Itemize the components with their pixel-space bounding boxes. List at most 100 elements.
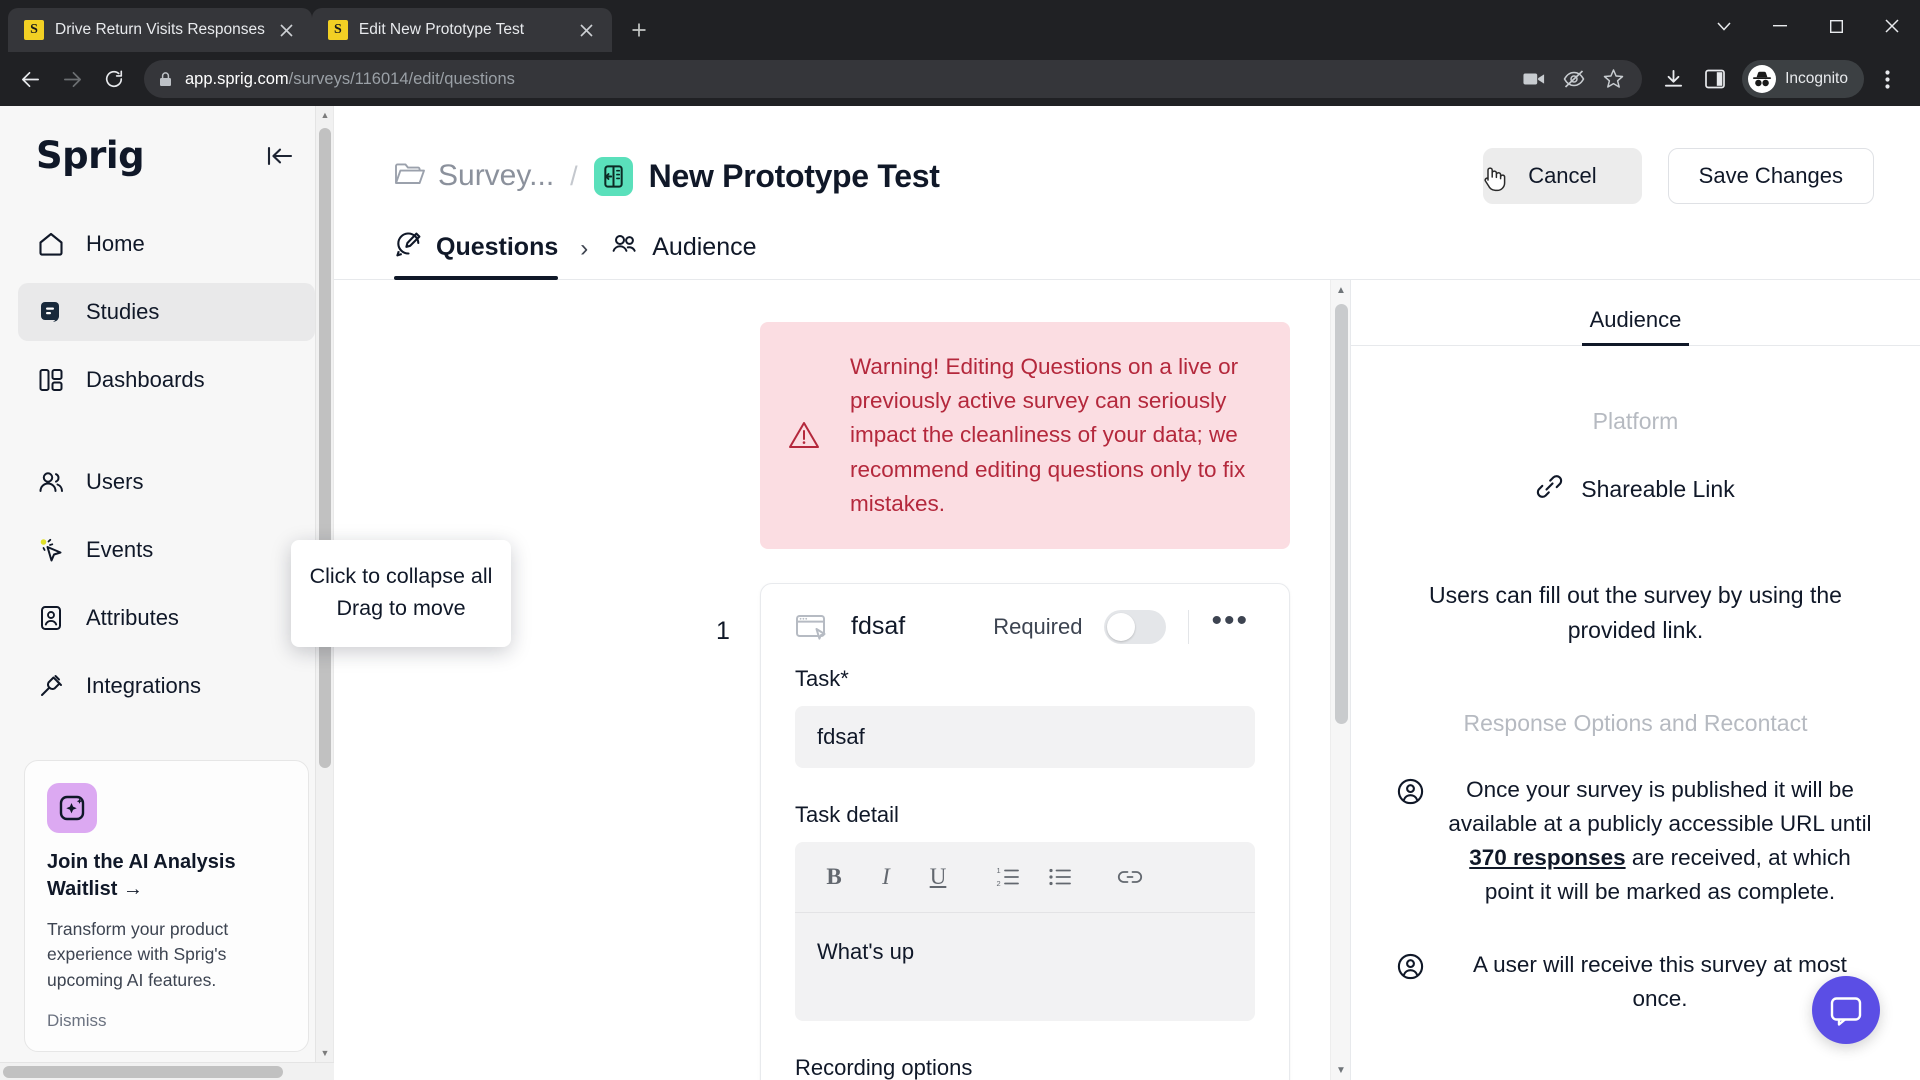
audience-panel-tab[interactable]: Audience <box>1581 307 1690 346</box>
bullet-list-icon[interactable] <box>1039 856 1081 898</box>
tab-audience[interactable]: Audience <box>610 230 757 279</box>
bookmark-star-icon[interactable] <box>1603 69 1624 89</box>
sidebar-item-studies[interactable]: Studies <box>18 283 315 341</box>
eye-off-icon[interactable] <box>1563 70 1585 88</box>
user-circle-icon <box>1397 773 1424 805</box>
audience-description: Users can fill out the survey by using t… <box>1429 582 1842 644</box>
tab-close-icon[interactable] <box>276 19 298 41</box>
new-tab-button[interactable] <box>622 13 656 47</box>
tooltip-line-1: Click to collapse all <box>309 564 493 588</box>
question-menu-icon[interactable]: ••• <box>1211 605 1255 639</box>
scroll-up-icon[interactable]: ▲ <box>316 106 334 124</box>
url-path: /surveys/116014/edit/questions <box>288 69 515 88</box>
underline-icon[interactable]: U <box>917 856 959 898</box>
response-options-title: Response Options and Recontact <box>1463 710 1808 737</box>
dashboards-icon <box>36 365 66 395</box>
task-input[interactable]: fdsaf <box>795 705 1255 768</box>
window-close-button[interactable] <box>1864 0 1920 52</box>
question-card: fdsaf Required ••• Task* fdsaf Task deta… <box>760 582 1290 1080</box>
link-icon[interactable] <box>1109 856 1151 898</box>
sidebar-item-label: Attributes <box>86 605 179 630</box>
scrollbar-thumb[interactable] <box>319 128 331 768</box>
divider <box>1188 609 1190 644</box>
cancel-button[interactable]: Cancel <box>1483 148 1642 204</box>
questions-column: Warning! Editing Questions on a live or … <box>334 280 1350 1080</box>
tab-questions[interactable]: Questions <box>394 230 559 280</box>
promo-card[interactable]: Join the AI Analysis Waitlist → Transfor… <box>24 759 309 1052</box>
sidebar-item-users[interactable]: Users <box>18 453 315 511</box>
tab-search-icon[interactable] <box>1696 0 1752 52</box>
browser-toolbar: app.sprig.com/surveys/116014/edit/questi… <box>0 52 1920 106</box>
browser-tab-1[interactable]: S Drive Return Visits Responses <box>8 8 312 52</box>
url-text: app.sprig.com/surveys/116014/edit/questi… <box>185 70 515 89</box>
support-chat-button[interactable] <box>1812 976 1880 1044</box>
link-chain-icon <box>1536 473 1563 506</box>
sidebar-item-integrations[interactable]: Integrations <box>18 657 315 715</box>
question-row: 1 fdsaf Required ••• Task* fdsaf Task de… <box>686 582 1290 1080</box>
collapse-sidebar-icon[interactable] <box>267 145 293 167</box>
scrollbar-thumb-horizontal[interactable] <box>3 1065 283 1078</box>
sidebar-nav: Home Studies Dashboards Users Events Att… <box>0 199 333 725</box>
user-circle-icon <box>1397 948 1424 980</box>
save-changes-button[interactable]: Save Changes <box>1667 148 1874 204</box>
svg-text:1: 1 <box>997 866 1001 875</box>
rte-toolbar: B I U 12 <box>795 842 1255 913</box>
address-bar[interactable]: app.sprig.com/surveys/116014/edit/questi… <box>144 60 1643 98</box>
scroll-down-icon[interactable]: ▼ <box>316 1044 334 1062</box>
breadcrumb-separator: / <box>570 160 578 191</box>
side-panel-icon[interactable] <box>1696 60 1734 98</box>
questions-scrollbar[interactable]: ▲ ▼ <box>1330 280 1350 1080</box>
page-title: New Prototype Test <box>648 157 940 194</box>
sidebar-item-attributes[interactable]: Attributes <box>18 589 315 647</box>
shareable-link-row[interactable]: Shareable Link <box>1351 473 1920 506</box>
ai-sparkle-icon <box>47 782 97 833</box>
video-camera-icon[interactable] <box>1523 71 1545 87</box>
tab-close-icon[interactable] <box>576 19 598 41</box>
main-body: Warning! Editing Questions on a live or … <box>334 280 1920 1080</box>
forward-button[interactable] <box>52 59 92 99</box>
window-maximize-button[interactable] <box>1808 0 1864 52</box>
sidebar-item-label: Users <box>86 469 144 494</box>
sidebar-divider-gap <box>18 419 315 453</box>
scroll-up-icon[interactable]: ▲ <box>1331 280 1350 300</box>
audience-panel-tabs: Audience <box>1351 280 1920 346</box>
bold-icon[interactable]: B <box>813 856 855 898</box>
scrollbar-thumb[interactable] <box>1335 304 1348 724</box>
sidebar-item-dashboards[interactable]: Dashboards <box>18 351 315 409</box>
required-toggle[interactable] <box>1104 609 1167 644</box>
italic-icon[interactable]: I <box>865 856 907 898</box>
chrome-menu-icon[interactable] <box>1868 60 1906 98</box>
breadcrumb-folder-link[interactable]: Survey... <box>394 159 554 193</box>
tab-questions-label: Questions <box>436 233 559 261</box>
browser-tab-2[interactable]: S Edit New Prototype Test <box>311 8 612 52</box>
task-detail-input[interactable]: What's up <box>795 913 1255 1021</box>
window-minimize-button[interactable] <box>1752 0 1808 52</box>
task-detail-field-group: Task detail B I U 12 What's up <box>761 802 1289 1021</box>
survey-type-icon <box>593 156 633 196</box>
downloads-icon[interactable] <box>1654 60 1692 98</box>
integrations-icon <box>36 671 66 701</box>
platform-section-title: Platform <box>1592 408 1679 434</box>
ordered-list-icon[interactable]: 12 <box>987 856 1029 898</box>
sprig-logo[interactable]: Sprig <box>36 134 145 177</box>
scroll-down-icon[interactable]: ▼ <box>1331 1060 1350 1080</box>
chat-icon <box>1830 997 1862 1026</box>
response-bullet-1-text: Once your survey is published it will be… <box>1446 773 1874 908</box>
cancel-button-label: Cancel <box>1528 163 1597 188</box>
warning-text: Warning! Editing Questions on a live or … <box>850 354 1246 516</box>
responses-count-link[interactable]: 370 responses <box>1469 845 1625 870</box>
prototype-test-icon <box>795 613 829 641</box>
sidebar-header: Sprig <box>0 106 333 199</box>
profile-incognito-chip[interactable]: Incognito <box>1742 60 1864 98</box>
promo-dismiss-link[interactable]: Dismiss <box>47 1011 286 1031</box>
back-button[interactable] <box>10 59 50 99</box>
sidebar-item-events[interactable]: Events <box>18 521 315 579</box>
reload-button[interactable] <box>94 59 134 99</box>
shareable-link-label: Shareable Link <box>1581 476 1735 502</box>
question-number: 1 <box>716 616 730 645</box>
audience-icon <box>610 230 638 265</box>
sidebar-horizontal-scrollbar[interactable] <box>0 1062 334 1080</box>
warning-banner: Warning! Editing Questions on a live or … <box>760 322 1290 549</box>
sidebar-item-home[interactable]: Home <box>18 215 315 273</box>
